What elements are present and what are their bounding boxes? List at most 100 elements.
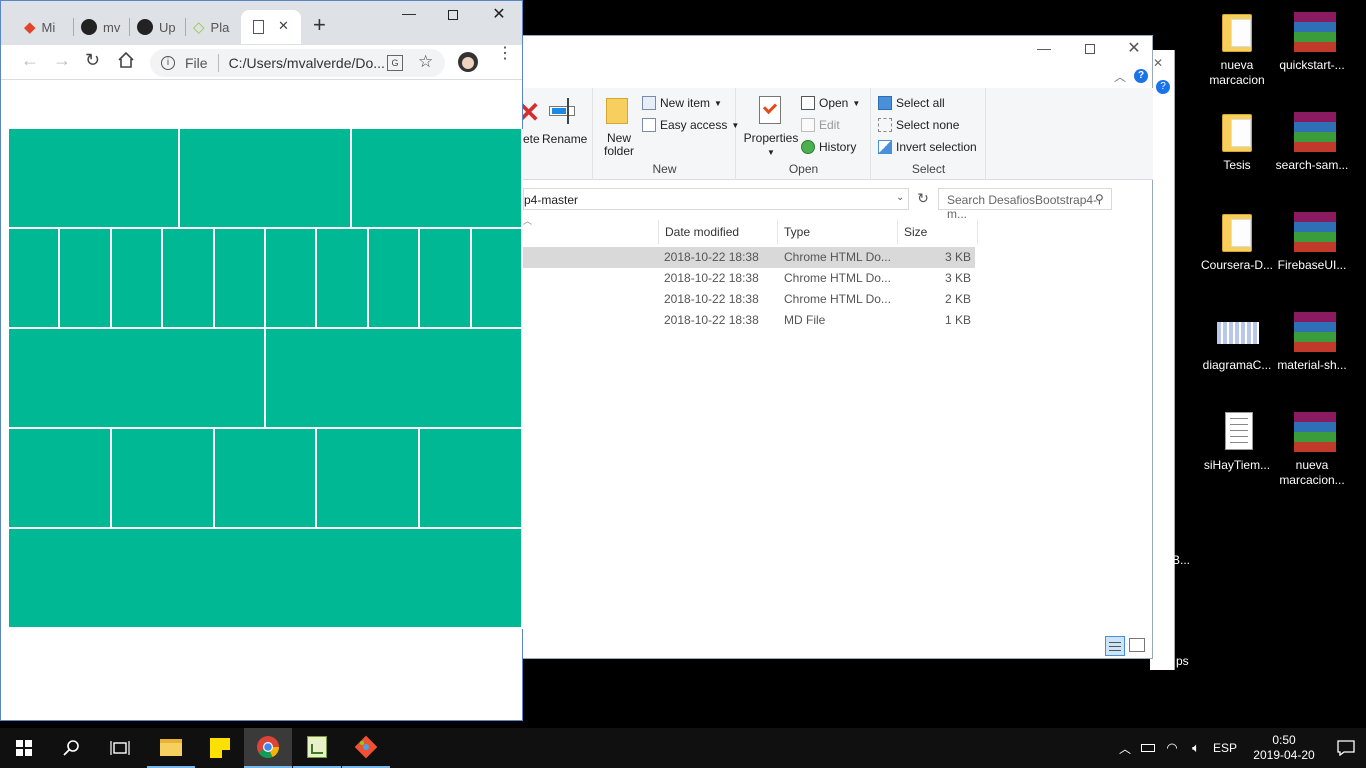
chrome-close-button[interactable]: ✕ xyxy=(489,4,509,24)
properties-button[interactable]: Properties ▼ xyxy=(743,132,799,159)
invert-selection-button[interactable]: Invert selection xyxy=(878,140,977,154)
chrome-maximize-button[interactable] xyxy=(443,7,463,27)
start-button[interactable] xyxy=(0,728,48,768)
forward-button[interactable]: → xyxy=(53,50,71,71)
file-type: Chrome HTML Do... xyxy=(784,292,891,306)
explorer-maximize-button[interactable] xyxy=(1075,40,1105,60)
open-button[interactable]: Open ▼ xyxy=(801,96,860,110)
tab-github-1[interactable]: mv xyxy=(67,10,124,44)
select-none-button[interactable]: Select none xyxy=(878,118,959,132)
back-button[interactable]: ← xyxy=(21,50,39,71)
address-bar[interactable]: p4-master ⌄ xyxy=(523,188,909,210)
omnibox[interactable]: i File C:/Users/mvalverde/Do... G ☆ xyxy=(150,49,445,77)
search-button[interactable] xyxy=(48,728,96,768)
rename-button[interactable]: Rename xyxy=(542,132,587,146)
ribbon-group-label: Select xyxy=(911,162,946,176)
easy-access-button[interactable]: Easy access ▼ xyxy=(642,118,739,132)
star-icon[interactable]: ☆ xyxy=(418,52,433,72)
file-row[interactable]: 2018-10-22 18:38 Chrome HTML Do... 2 KB xyxy=(523,289,975,310)
ribbon-collapse-icon[interactable]: ︿ xyxy=(1114,68,1126,85)
battery-icon[interactable] xyxy=(1136,744,1160,752)
address-dropdown-icon[interactable]: ⌄ xyxy=(896,192,904,203)
ribbon-group-select: Select all Select none Invert selection … xyxy=(872,88,986,180)
task-manager-icon xyxy=(307,736,327,758)
large-icons-view-icon[interactable] xyxy=(1129,638,1145,652)
taskbar-app-task-manager[interactable] xyxy=(293,728,341,768)
desktop-icon-winrar[interactable]: quickstart-... xyxy=(1274,10,1350,73)
tab-active[interactable]: ✕ xyxy=(241,10,301,44)
desktop-icon-image[interactable]: diagramaC... xyxy=(1199,310,1275,373)
file-row[interactable]: 2018-10-22 18:38 MD File 1 KB xyxy=(523,310,975,331)
desktop-icon-winrar[interactable]: FirebaseUI... xyxy=(1274,210,1350,273)
taskbar-app-git[interactable] xyxy=(342,728,390,768)
column-date-modified[interactable]: Date modified xyxy=(658,220,778,244)
desktop-icon-folder[interactable]: Tesis xyxy=(1199,110,1275,173)
windows-logo-icon xyxy=(16,740,32,756)
file-date: 2018-10-22 18:38 xyxy=(664,313,759,327)
taskbar-app-sticky-notes[interactable] xyxy=(196,728,244,768)
column-size[interactable]: Size xyxy=(898,220,978,244)
delete-button[interactable]: ete xyxy=(523,132,540,146)
search-input[interactable]: Search DesafiosBootstrap4-m... ⚲ xyxy=(938,188,1112,221)
action-center-button[interactable] xyxy=(1326,740,1366,756)
help-icon[interactable]: ? xyxy=(1134,69,1148,83)
tab-platzi[interactable]: ◇ Pla xyxy=(179,10,236,44)
input-language[interactable]: ESP xyxy=(1208,741,1242,755)
tab-gitlab[interactable]: ◆ Mi xyxy=(10,10,67,44)
tab-title: Up xyxy=(159,19,176,35)
tab-title: mv xyxy=(103,19,121,35)
tab-title: Mi xyxy=(41,19,56,35)
refresh-icon[interactable]: ↻ xyxy=(913,190,933,208)
omnibox-scheme-label: File xyxy=(185,55,208,71)
grid-column xyxy=(9,329,266,429)
desktop-icon-label: nueva marcacion... xyxy=(1279,458,1345,487)
chevron-down-icon: ▼ xyxy=(767,148,775,157)
task-view-button[interactable] xyxy=(96,728,144,768)
desktop-icon-winrar[interactable]: material-sh... xyxy=(1274,310,1350,373)
edit-label: Edit xyxy=(819,118,840,132)
clock[interactable]: 0:50 2019-04-20 xyxy=(1246,733,1322,763)
desktop-icon-folder[interactable]: nueva marcacion xyxy=(1199,10,1275,88)
desktop-icon-text-file[interactable]: siHayTiem... xyxy=(1199,410,1275,473)
volume-icon[interactable]: 🔈︎ xyxy=(1184,740,1208,756)
desktop-icon-winrar[interactable]: search-sam... xyxy=(1274,110,1350,173)
history-button[interactable]: History xyxy=(801,140,856,154)
home-button[interactable] xyxy=(117,51,135,69)
select-all-button[interactable]: Select all xyxy=(878,96,945,110)
reload-button[interactable]: ↻ xyxy=(85,50,100,71)
profile-avatar[interactable] xyxy=(458,52,478,72)
explorer-close-button[interactable]: ✕ xyxy=(1119,38,1149,58)
info-icon[interactable]: i xyxy=(161,56,175,70)
sort-up-icon: ︿ xyxy=(523,216,533,226)
background-fragment-text-2: ps xyxy=(1176,654,1189,668)
details-view-icon[interactable] xyxy=(1105,636,1125,656)
desktop-icon-label: quickstart-... xyxy=(1279,58,1345,72)
new-item-button[interactable]: New item ▼ xyxy=(642,96,722,110)
explorer-minimize-button[interactable]: — xyxy=(1029,40,1059,60)
desktop-icon-winrar[interactable]: nueva marcacion... xyxy=(1274,410,1350,488)
menu-kebab-icon[interactable]: ⋮ xyxy=(497,46,513,62)
winrar-archive-icon xyxy=(1292,110,1336,154)
edit-button[interactable]: Edit xyxy=(801,118,840,132)
desktop-icon-label: FirebaseUI... xyxy=(1277,258,1347,272)
chrome-minimize-button[interactable]: — xyxy=(399,5,419,25)
new-tab-button[interactable]: + xyxy=(313,14,326,36)
file-row[interactable]: 2018-10-22 18:38 Chrome HTML Do... 3 KB xyxy=(523,268,975,289)
translate-icon[interactable]: G xyxy=(387,55,403,71)
search-icon: ⚲ xyxy=(1095,192,1104,206)
git-icon xyxy=(354,735,378,759)
tab-github-2[interactable]: Up xyxy=(123,10,180,44)
wifi-icon[interactable]: ◠ xyxy=(1160,740,1184,756)
desktop-icon-folder[interactable]: Coursera-D... xyxy=(1199,210,1275,273)
ribbon-group-open: Properties ▼ Open ▼ Edit History Open xyxy=(737,88,871,180)
new-folder-button[interactable]: New folder xyxy=(602,132,636,158)
grid-column xyxy=(352,129,523,229)
grid-column xyxy=(163,229,215,329)
show-hidden-icons-icon[interactable]: ︿ xyxy=(1114,740,1136,757)
tab-close-icon[interactable]: ✕ xyxy=(278,18,289,34)
column-type[interactable]: Type xyxy=(778,220,898,244)
taskbar-app-file-explorer[interactable] xyxy=(147,728,195,768)
file-row[interactable]: 2018-10-22 18:38 Chrome HTML Do... 3 KB xyxy=(523,247,975,268)
taskbar-app-chrome[interactable] xyxy=(244,728,292,768)
ribbon: ✕ ete Rename New folder New item ▼ Easy … xyxy=(517,88,1153,180)
